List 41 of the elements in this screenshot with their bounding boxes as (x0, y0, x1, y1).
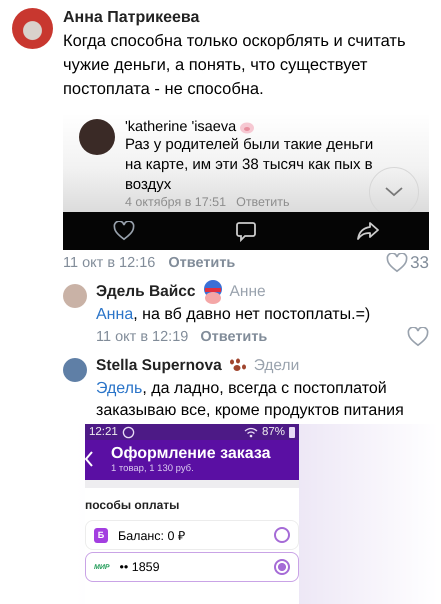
heart-icon[interactable] (113, 221, 135, 241)
reply-to[interactable]: Эдели (254, 357, 300, 375)
comment-text: Анна, на вб давно нет постоплаты.=) (96, 305, 372, 325)
screen-title: Оформление заказа (111, 444, 270, 462)
avatar[interactable] (63, 358, 87, 382)
payment-label: •• 1859 (120, 560, 160, 574)
radio-button[interactable] (274, 559, 290, 575)
payment-label: Баланс: 0 ₽ (118, 528, 185, 544)
payment-option[interactable]: Б Баланс: 0 ₽ (85, 520, 299, 550)
section-title: пособы оплаты (85, 498, 180, 512)
timestamp: 11 окт в 12:16 (63, 255, 156, 271)
timestamp: 4 октября в 17:51 (125, 195, 226, 209)
avatar[interactable] (12, 8, 53, 49)
wifi-icon (244, 426, 258, 438)
comment-text: Когда способна только оскорблять и считать чужие деньги, а понять, что существует постоплата - не способна. (63, 31, 407, 100)
radio-button[interactable] (274, 527, 290, 543)
paw-icon (228, 358, 248, 374)
status-time: 12:21 (89, 426, 118, 438)
like-icon[interactable] (386, 253, 408, 273)
reply-link[interactable]: Ответить (200, 329, 268, 345)
balance-logo: Б (94, 528, 108, 542)
battery-level: 87% (262, 426, 285, 438)
screen-subtitle: 1 товар, 1 130 руб. (111, 462, 195, 474)
like-count: 33 (410, 253, 429, 273)
reply-to[interactable]: Анне (230, 283, 266, 301)
mention-link[interactable]: Эдель (96, 380, 142, 397)
back-icon[interactable] (85, 451, 93, 467)
like-icon[interactable] (407, 327, 429, 347)
comment-icon (235, 220, 257, 242)
comment-text: Эдель, да ладно, всегда с постоплатой заказываю все, кроме продуктов питания (96, 379, 405, 421)
author-name[interactable]: Эдель Вайсс (96, 283, 196, 301)
share-icon (357, 221, 379, 241)
comment-text: Раз у родителей были такие деньги на карте, им эти 38 тысяч как пых в воздух (125, 135, 374, 195)
mention-link[interactable]: Анна (96, 306, 134, 323)
reply-link[interactable]: Ответить (168, 255, 236, 271)
author-name: 'katherine 'isaeva (125, 119, 236, 135)
avatar (79, 119, 115, 155)
author-name[interactable]: Stella Supernova (96, 357, 222, 375)
author-name[interactable]: Анна Патрикеева (63, 9, 429, 27)
timestamp: 11 окт в 12:19 (96, 329, 188, 345)
battery-icon (289, 426, 295, 438)
